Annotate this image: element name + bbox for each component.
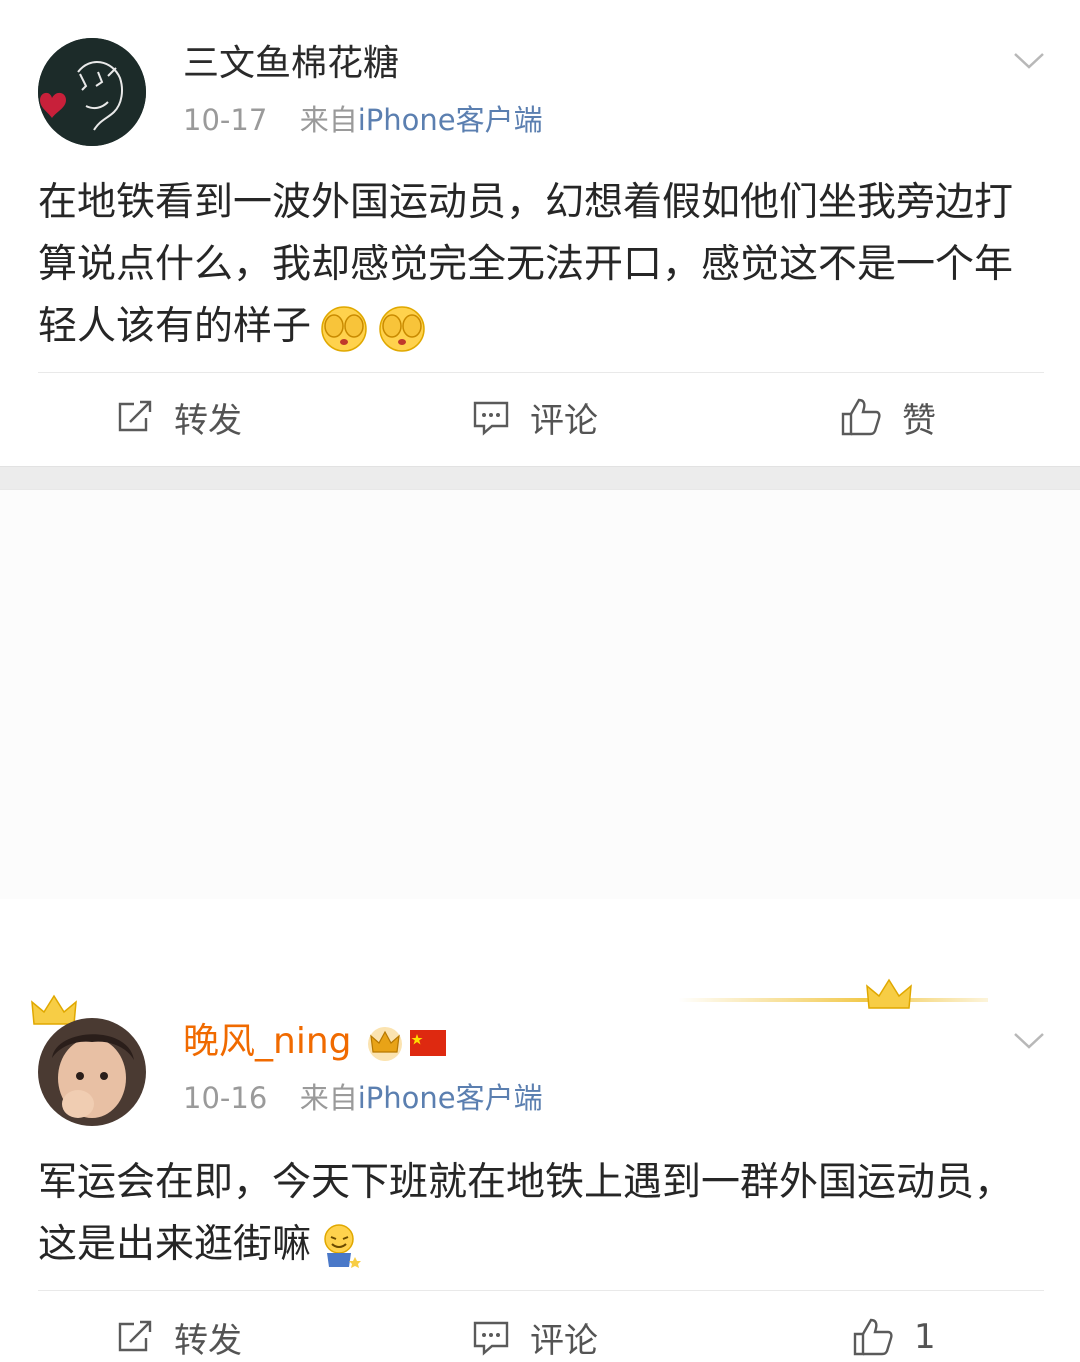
post-content: 军运会在即，今天下班就在地铁上遇到一群外国运动员，这是出来逛街嘛 — [38, 1152, 1048, 1276]
post-date: 10-17 — [183, 103, 268, 137]
chevron-down-icon[interactable] — [1012, 50, 1046, 72]
post-1: 三文鱼棉花糖 10-17 来自iPhone客户端 在地铁看到一波外国运动员，幻想… — [0, 0, 1080, 466]
source-client-link[interactable]: iPhone客户端 — [358, 103, 543, 137]
comment-button[interactable]: 评论 — [472, 1312, 598, 1362]
action-divider — [38, 372, 1044, 373]
post-separator — [0, 466, 1080, 490]
crown-decoration-icon — [866, 978, 912, 1009]
repost-button[interactable]: 转发 — [116, 1312, 242, 1362]
post-meta: 10-17 来自iPhone客户端 — [183, 102, 543, 138]
like-button[interactable]: 赞 — [840, 392, 936, 442]
vip-ribbon-decoration — [678, 998, 988, 1002]
repost-label: 转发 — [174, 1320, 242, 1361]
crown-badge-icon[interactable] — [366, 1026, 404, 1062]
source-prefix: 来自 — [299, 1081, 358, 1115]
post-text: 在地铁看到一波外国运动员，幻想着假如他们坐我旁边打算说点什么，我却感觉完全无法开… — [38, 180, 1014, 349]
comment-icon — [473, 401, 509, 436]
post-2: 晚风_ning 10-16 来自iPhone客户端 军运会在即，今天下班就在地铁… — [0, 490, 1080, 1361]
comment-icon — [473, 1321, 509, 1356]
child-photo-avatar-image — [38, 1018, 146, 1126]
avatar[interactable] — [38, 1018, 146, 1126]
chevron-down-icon[interactable] — [1012, 1030, 1046, 1052]
repost-icon — [118, 1320, 152, 1352]
thumbs-up-icon — [841, 398, 881, 436]
repost-button[interactable]: 转发 — [116, 392, 242, 442]
post-text: 军运会在即，今天下班就在地铁上遇到一群外国运动员，这是出来逛街嘛 — [38, 1160, 1014, 1267]
username[interactable]: 三文鱼棉花糖 — [183, 42, 399, 86]
repost-icon — [118, 400, 152, 432]
comment-label: 评论 — [530, 1320, 598, 1361]
sweat-smile-figure-emoji — [324, 1223, 362, 1268]
username[interactable]: 晚风_ning — [183, 1020, 352, 1064]
avatar[interactable] — [38, 38, 146, 146]
source-prefix: 来自 — [299, 103, 358, 137]
sketch-face-avatar-image — [38, 38, 146, 146]
post-date: 10-16 — [183, 1081, 268, 1115]
source-client-link[interactable]: iPhone客户端 — [358, 1081, 543, 1115]
cover-face-emoji — [379, 305, 425, 352]
like-button[interactable]: 1 — [852, 1312, 936, 1362]
repost-label: 转发 — [174, 400, 242, 441]
like-count: 1 — [914, 1317, 936, 1357]
post-meta: 10-16 来自iPhone客户端 — [183, 1080, 543, 1116]
comment-button[interactable]: 评论 — [472, 392, 598, 442]
thumbs-up-icon — [853, 1318, 893, 1356]
cover-face-emoji — [321, 305, 367, 352]
comment-label: 评论 — [530, 400, 598, 441]
post-content: 在地铁看到一波外国运动员，幻想着假如他们坐我旁边打算说点什么，我却感觉完全无法开… — [38, 172, 1048, 358]
china-flag-icon — [410, 1030, 446, 1056]
action-divider — [38, 1290, 1044, 1291]
like-label: 赞 — [902, 400, 936, 441]
